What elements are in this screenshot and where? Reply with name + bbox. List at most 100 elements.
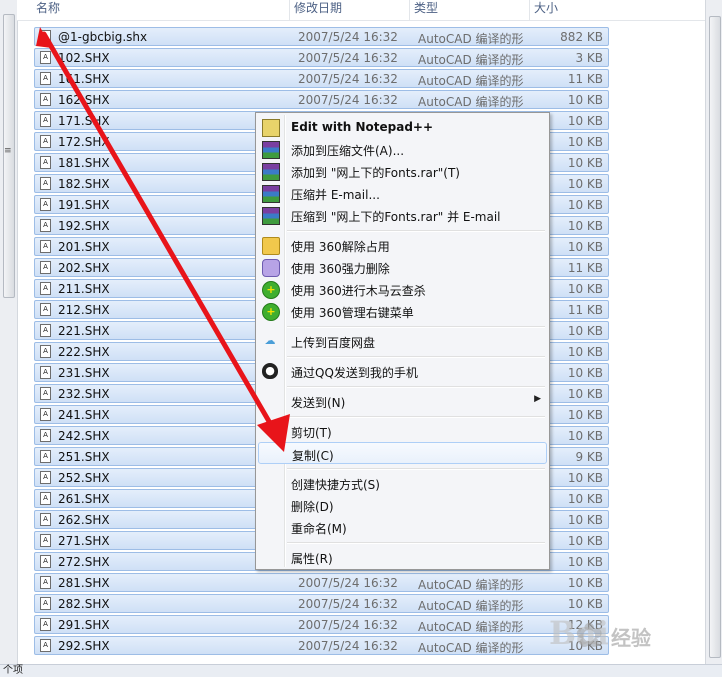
file-type: AutoCAD 编译的形 xyxy=(418,599,524,613)
file-type: AutoCAD 编译的形 xyxy=(418,32,524,46)
shx-file-icon: A xyxy=(40,555,51,568)
file-size: 9 KB xyxy=(575,450,603,464)
file-size: 10 KB xyxy=(567,198,603,212)
menu-item-rename[interactable]: 重命名(M) xyxy=(258,516,547,538)
column-header-type[interactable]: 类型 xyxy=(410,0,530,20)
shx-file-icon: A xyxy=(40,366,51,379)
menu-item-delete[interactable]: 删除(D) xyxy=(258,494,547,516)
file-date: 2007/5/24 16:32 xyxy=(298,93,398,107)
file-row[interactable]: A 162.SHX 2007/5/24 16:32 AutoCAD 编译的形 1… xyxy=(34,90,609,109)
menu-item-create-shortcut[interactable]: 创建快捷方式(S) xyxy=(258,472,547,494)
shx-file-icon: A xyxy=(40,429,51,442)
menu-item-cut[interactable]: 剪切(T) xyxy=(258,420,547,442)
menu-item-edit-with-notepad[interactable]: Edit with Notepad++ xyxy=(258,116,547,138)
winrar-icon xyxy=(262,141,280,159)
menu-item-label: 使用 360管理右键菜单 xyxy=(291,306,414,320)
menu-item-properties[interactable]: 属性(R) xyxy=(258,546,547,568)
shx-file-icon: A xyxy=(40,618,51,631)
file-size: 11 KB xyxy=(567,303,603,317)
menu-item-send-via-qq[interactable]: ● 通过QQ发送到我的手机 xyxy=(258,360,547,382)
file-size: 10 KB xyxy=(567,93,603,107)
file-name: 202.SHX xyxy=(58,261,110,275)
menu-item-label: 添加到 "网上下的Fonts.rar"(T) xyxy=(291,166,460,180)
file-name: 221.SHX xyxy=(58,324,110,338)
file-size: 10 KB xyxy=(567,324,603,338)
file-list-scroll-thumb[interactable] xyxy=(709,16,721,658)
file-date: 2007/5/24 16:32 xyxy=(298,576,398,590)
shx-file-icon: A xyxy=(40,219,51,232)
column-header-date[interactable]: 修改日期 xyxy=(290,0,410,20)
file-row[interactable]: A 281.SHX 2007/5/24 16:32 AutoCAD 编译的形 1… xyxy=(34,573,609,592)
shx-file-icon: A xyxy=(40,597,51,610)
shx-file-icon: A xyxy=(40,303,51,316)
file-size: 10 KB xyxy=(567,240,603,254)
file-row[interactable]: A 291.SHX 2007/5/24 16:32 AutoCAD 编译的形 1… xyxy=(34,615,609,634)
file-size: 10 KB xyxy=(567,219,603,233)
baidu-jingyan-watermark: Bai ✿ 经验 xyxy=(545,606,695,662)
menu-item-compress-to-rar-and-email[interactable]: 压缩到 "网上下的Fonts.rar" 并 E-mail xyxy=(258,204,547,226)
menu-item-label: 创建快捷方式(S) xyxy=(291,478,380,492)
column-header-size[interactable]: 大小 xyxy=(530,0,610,20)
file-list-scrollbar[interactable] xyxy=(705,0,722,664)
file-name: 271.SHX xyxy=(58,534,110,548)
file-type: AutoCAD 编译的形 xyxy=(418,53,524,67)
file-name: 292.SHX xyxy=(58,639,110,653)
paw-logo-icon: ✿ xyxy=(575,616,604,656)
menu-item-label: 重命名(M) xyxy=(291,522,347,536)
shx-file-icon: A xyxy=(40,51,51,64)
file-row[interactable]: A 292.SHX 2007/5/24 16:32 AutoCAD 编译的形 1… xyxy=(34,636,609,655)
shx-file-icon: A xyxy=(40,261,51,274)
column-header: 名称 修改日期 类型 大小 xyxy=(17,0,705,21)
file-size: 10 KB xyxy=(567,513,603,527)
file-name: 252.SHX xyxy=(58,471,110,485)
file-type: AutoCAD 编译的形 xyxy=(418,578,524,592)
file-size: 11 KB xyxy=(567,261,603,275)
file-date: 2007/5/24 16:32 xyxy=(298,72,398,86)
360-icon: + xyxy=(262,281,280,299)
file-name: 241.SHX xyxy=(58,408,110,422)
file-size: 10 KB xyxy=(567,387,603,401)
shx-file-icon: A xyxy=(40,492,51,505)
winrar-icon xyxy=(262,163,280,181)
shx-file-icon: A xyxy=(40,30,51,43)
file-size: 11 KB xyxy=(567,72,603,86)
file-name: 102.SHX xyxy=(58,51,110,65)
file-row[interactable]: A 102.SHX 2007/5/24 16:32 AutoCAD 编译的形 3… xyxy=(34,48,609,67)
menu-item-compress-and-email[interactable]: 压缩并 E-mail... xyxy=(258,182,547,204)
file-row[interactable]: A 161.SHX 2007/5/24 16:32 AutoCAD 编译的形 1… xyxy=(34,69,609,88)
menu-item-360-manage-menu[interactable]: + 使用 360管理右键菜单 xyxy=(258,300,547,322)
file-name: 281.SHX xyxy=(58,576,110,590)
file-row[interactable]: A @1-gbcbig.shx 2007/5/24 16:32 AutoCAD … xyxy=(34,27,609,46)
menu-item-copy[interactable]: 复制(C) xyxy=(258,442,547,464)
menu-item-360-force-delete[interactable]: 使用 360强力删除 xyxy=(258,256,547,278)
file-size: 10 KB xyxy=(567,156,603,170)
menu-item-add-to-rar[interactable]: 添加到 "网上下的Fonts.rar"(T) xyxy=(258,160,547,182)
file-name: 222.SHX xyxy=(58,345,110,359)
navigation-pane-scrollbar[interactable]: ≡ xyxy=(0,0,18,664)
file-name: 212.SHX xyxy=(58,303,110,317)
file-name: 181.SHX xyxy=(58,156,110,170)
menu-item-label: 通过QQ发送到我的手机 xyxy=(291,366,418,380)
menu-item-upload-baidu[interactable]: ☁ 上传到百度网盘 xyxy=(258,330,547,352)
submenu-arrow-icon: ▶ xyxy=(534,394,541,404)
menu-item-label: 删除(D) xyxy=(291,500,334,514)
file-type: AutoCAD 编译的形 xyxy=(418,620,524,634)
menu-item-360-unlock[interactable]: 使用 360解除占用 xyxy=(258,234,547,256)
status-text: 个项 xyxy=(3,665,23,676)
menu-item-360-trojan-scan[interactable]: + 使用 360进行木马云查杀 xyxy=(258,278,547,300)
navigation-pane-scroll-thumb[interactable] xyxy=(3,14,15,298)
shx-file-icon: A xyxy=(40,324,51,337)
file-name: @1-gbcbig.shx xyxy=(58,30,148,44)
menu-separator xyxy=(287,356,545,358)
context-menu: Edit with Notepad++ 添加到压缩文件(A)... 添加到 "网… xyxy=(255,112,550,570)
menu-item-send-to[interactable]: 发送到(N) ▶ xyxy=(258,390,547,412)
status-bar: 个项 xyxy=(0,664,722,677)
file-size: 10 KB xyxy=(567,135,603,149)
file-row[interactable]: A 282.SHX 2007/5/24 16:32 AutoCAD 编译的形 1… xyxy=(34,594,609,613)
menu-item-label: 使用 360解除占用 xyxy=(291,240,390,254)
file-type: AutoCAD 编译的形 xyxy=(418,95,524,109)
menu-item-add-to-archive[interactable]: 添加到压缩文件(A)... xyxy=(258,138,547,160)
column-header-name[interactable]: 名称 xyxy=(32,0,290,20)
file-size: 10 KB xyxy=(567,177,603,191)
file-date: 2007/5/24 16:32 xyxy=(298,618,398,632)
